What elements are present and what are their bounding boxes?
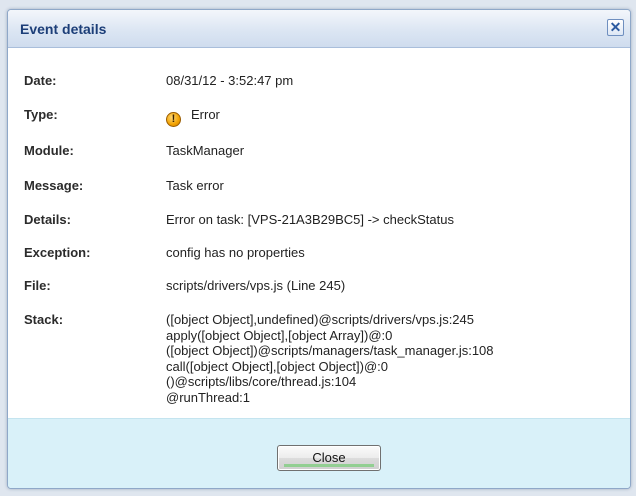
module-value: TaskManager — [166, 143, 245, 158]
type-value-wrapper: ! Error — [166, 107, 220, 127]
type-value: Error — [191, 107, 220, 122]
exception-label: Exception: — [24, 245, 91, 260]
dialog-title: Event details — [20, 21, 107, 37]
file-value: scripts/drivers/vps.js (Line 245) — [166, 278, 346, 293]
type-label: Type: — [24, 107, 58, 122]
close-button[interactable]: Close — [277, 445, 381, 471]
stack-trace: ([object Object],undefined)@scripts/driv… — [166, 312, 494, 405]
stack-line: call([object Object],[object Object])@:0 — [166, 358, 389, 374]
file-label: File: — [24, 278, 51, 293]
details-value: Error on task: [VPS-21A3B29BC5] -> check… — [166, 212, 454, 227]
close-button-label: Close — [312, 450, 346, 465]
date-value: 08/31/12 - 3:52:47 pm — [166, 73, 294, 88]
message-label: Message: — [24, 178, 84, 193]
event-details-dialog: Event details ✕ Date: 08/31/12 - 3:52:47… — [7, 9, 631, 489]
date-label: Date: — [24, 73, 57, 88]
stack-line: @runThread:1 — [166, 389, 251, 405]
button-highlight — [284, 464, 374, 467]
error-icon: ! — [166, 112, 181, 127]
message-value: Task error — [166, 178, 224, 193]
event-details-content: Date: 08/31/12 - 3:52:47 pm Type: ! Error… — [8, 48, 630, 418]
stack-line: ()@scripts/libs/core/thread.js:104 — [166, 374, 357, 389]
exception-value: config has no properties — [166, 245, 305, 260]
close-icon[interactable]: ✕ — [607, 19, 624, 36]
stack-label: Stack: — [24, 312, 64, 327]
module-label: Module: — [24, 143, 74, 158]
dialog-footer: Close — [8, 418, 630, 488]
dialog-titlebar[interactable]: Event details ✕ — [8, 10, 630, 48]
stack-line: ([object Object],undefined)@scripts/driv… — [166, 312, 474, 327]
stack-line: apply([object Object],[object Array])@:0 — [166, 327, 393, 343]
stack-line: ([object Object])@scripts/managers/task_… — [166, 343, 494, 358]
details-label: Details: — [24, 212, 71, 227]
